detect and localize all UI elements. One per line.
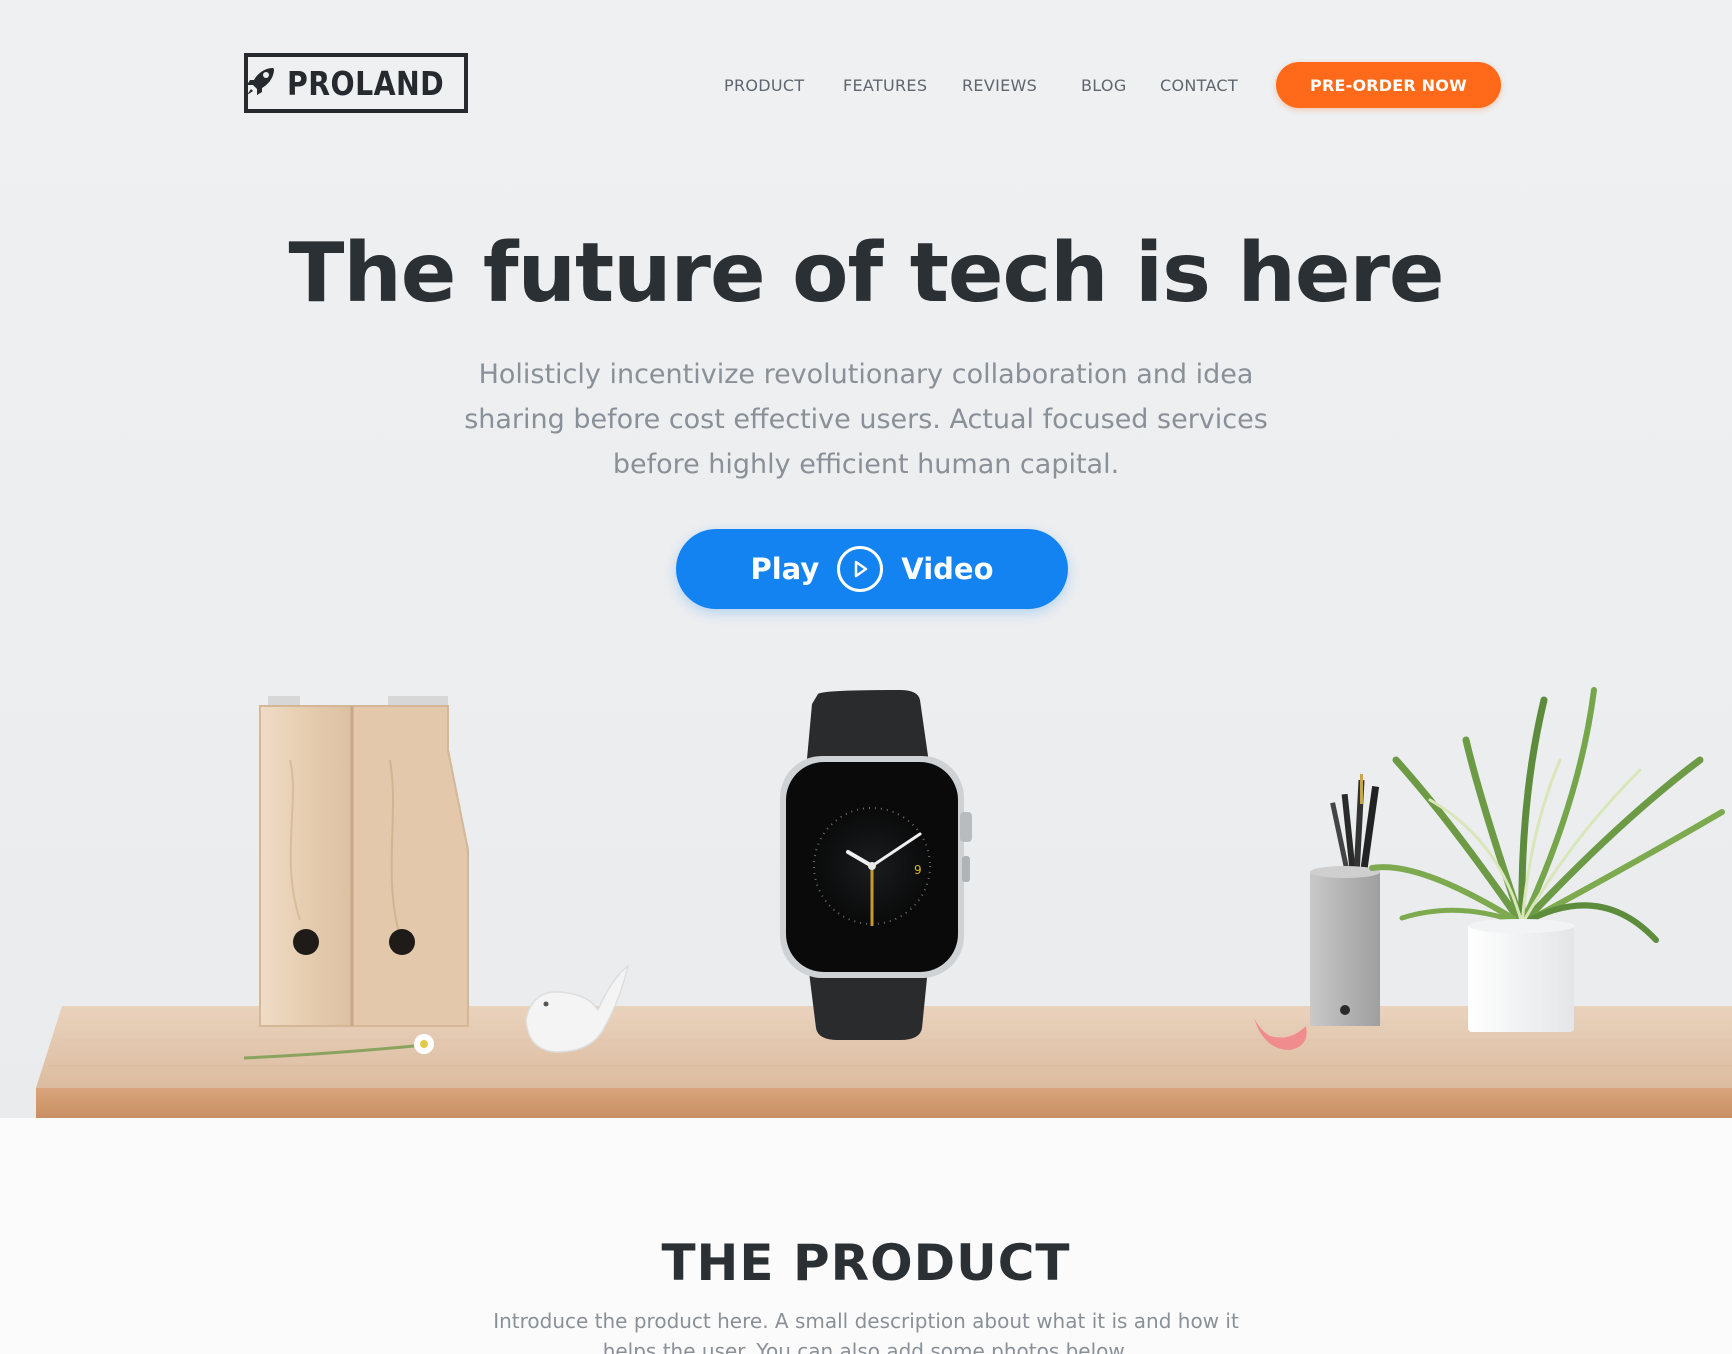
nav-contact[interactable]: CONTACT — [1160, 76, 1238, 95]
pen-holder — [1310, 774, 1380, 1026]
nav-blog[interactable]: BLOG — [1081, 76, 1127, 95]
hero-subtext: Holisticly incentivize revolutionary col… — [464, 359, 1268, 480]
product-title: THE PRODUCT — [661, 1234, 1071, 1292]
smartwatch-illustration: 9 — [780, 690, 972, 1040]
hero-section: 9 PROLAND PRODUCT FEATURES REVIEWS BLOG … — [0, 0, 1732, 1118]
nav-features[interactable]: FEATURES — [843, 76, 927, 95]
rocket-icon — [243, 63, 279, 103]
desk-edge — [36, 1088, 1732, 1118]
watch-digit: 9 — [914, 863, 922, 877]
play-video-button[interactable]: Play Video — [676, 529, 1068, 609]
play-label: Play — [750, 552, 820, 586]
video-label: Video — [901, 552, 994, 586]
brand-logo[interactable]: PROLAND — [244, 53, 468, 113]
potted-plant — [1369, 687, 1725, 1032]
product-description: Introduce the product here. A small desc… — [493, 1309, 1239, 1354]
nav-reviews[interactable]: REVIEWS — [962, 76, 1037, 95]
pre-order-button[interactable]: PRE-ORDER NOW — [1276, 62, 1501, 108]
magazine-files — [259, 696, 469, 1027]
brand-name: PROLAND — [286, 63, 444, 103]
nav-product[interactable]: PRODUCT — [724, 76, 804, 95]
play-icon — [837, 546, 884, 592]
hero-headline: The future of tech is here — [288, 226, 1444, 321]
